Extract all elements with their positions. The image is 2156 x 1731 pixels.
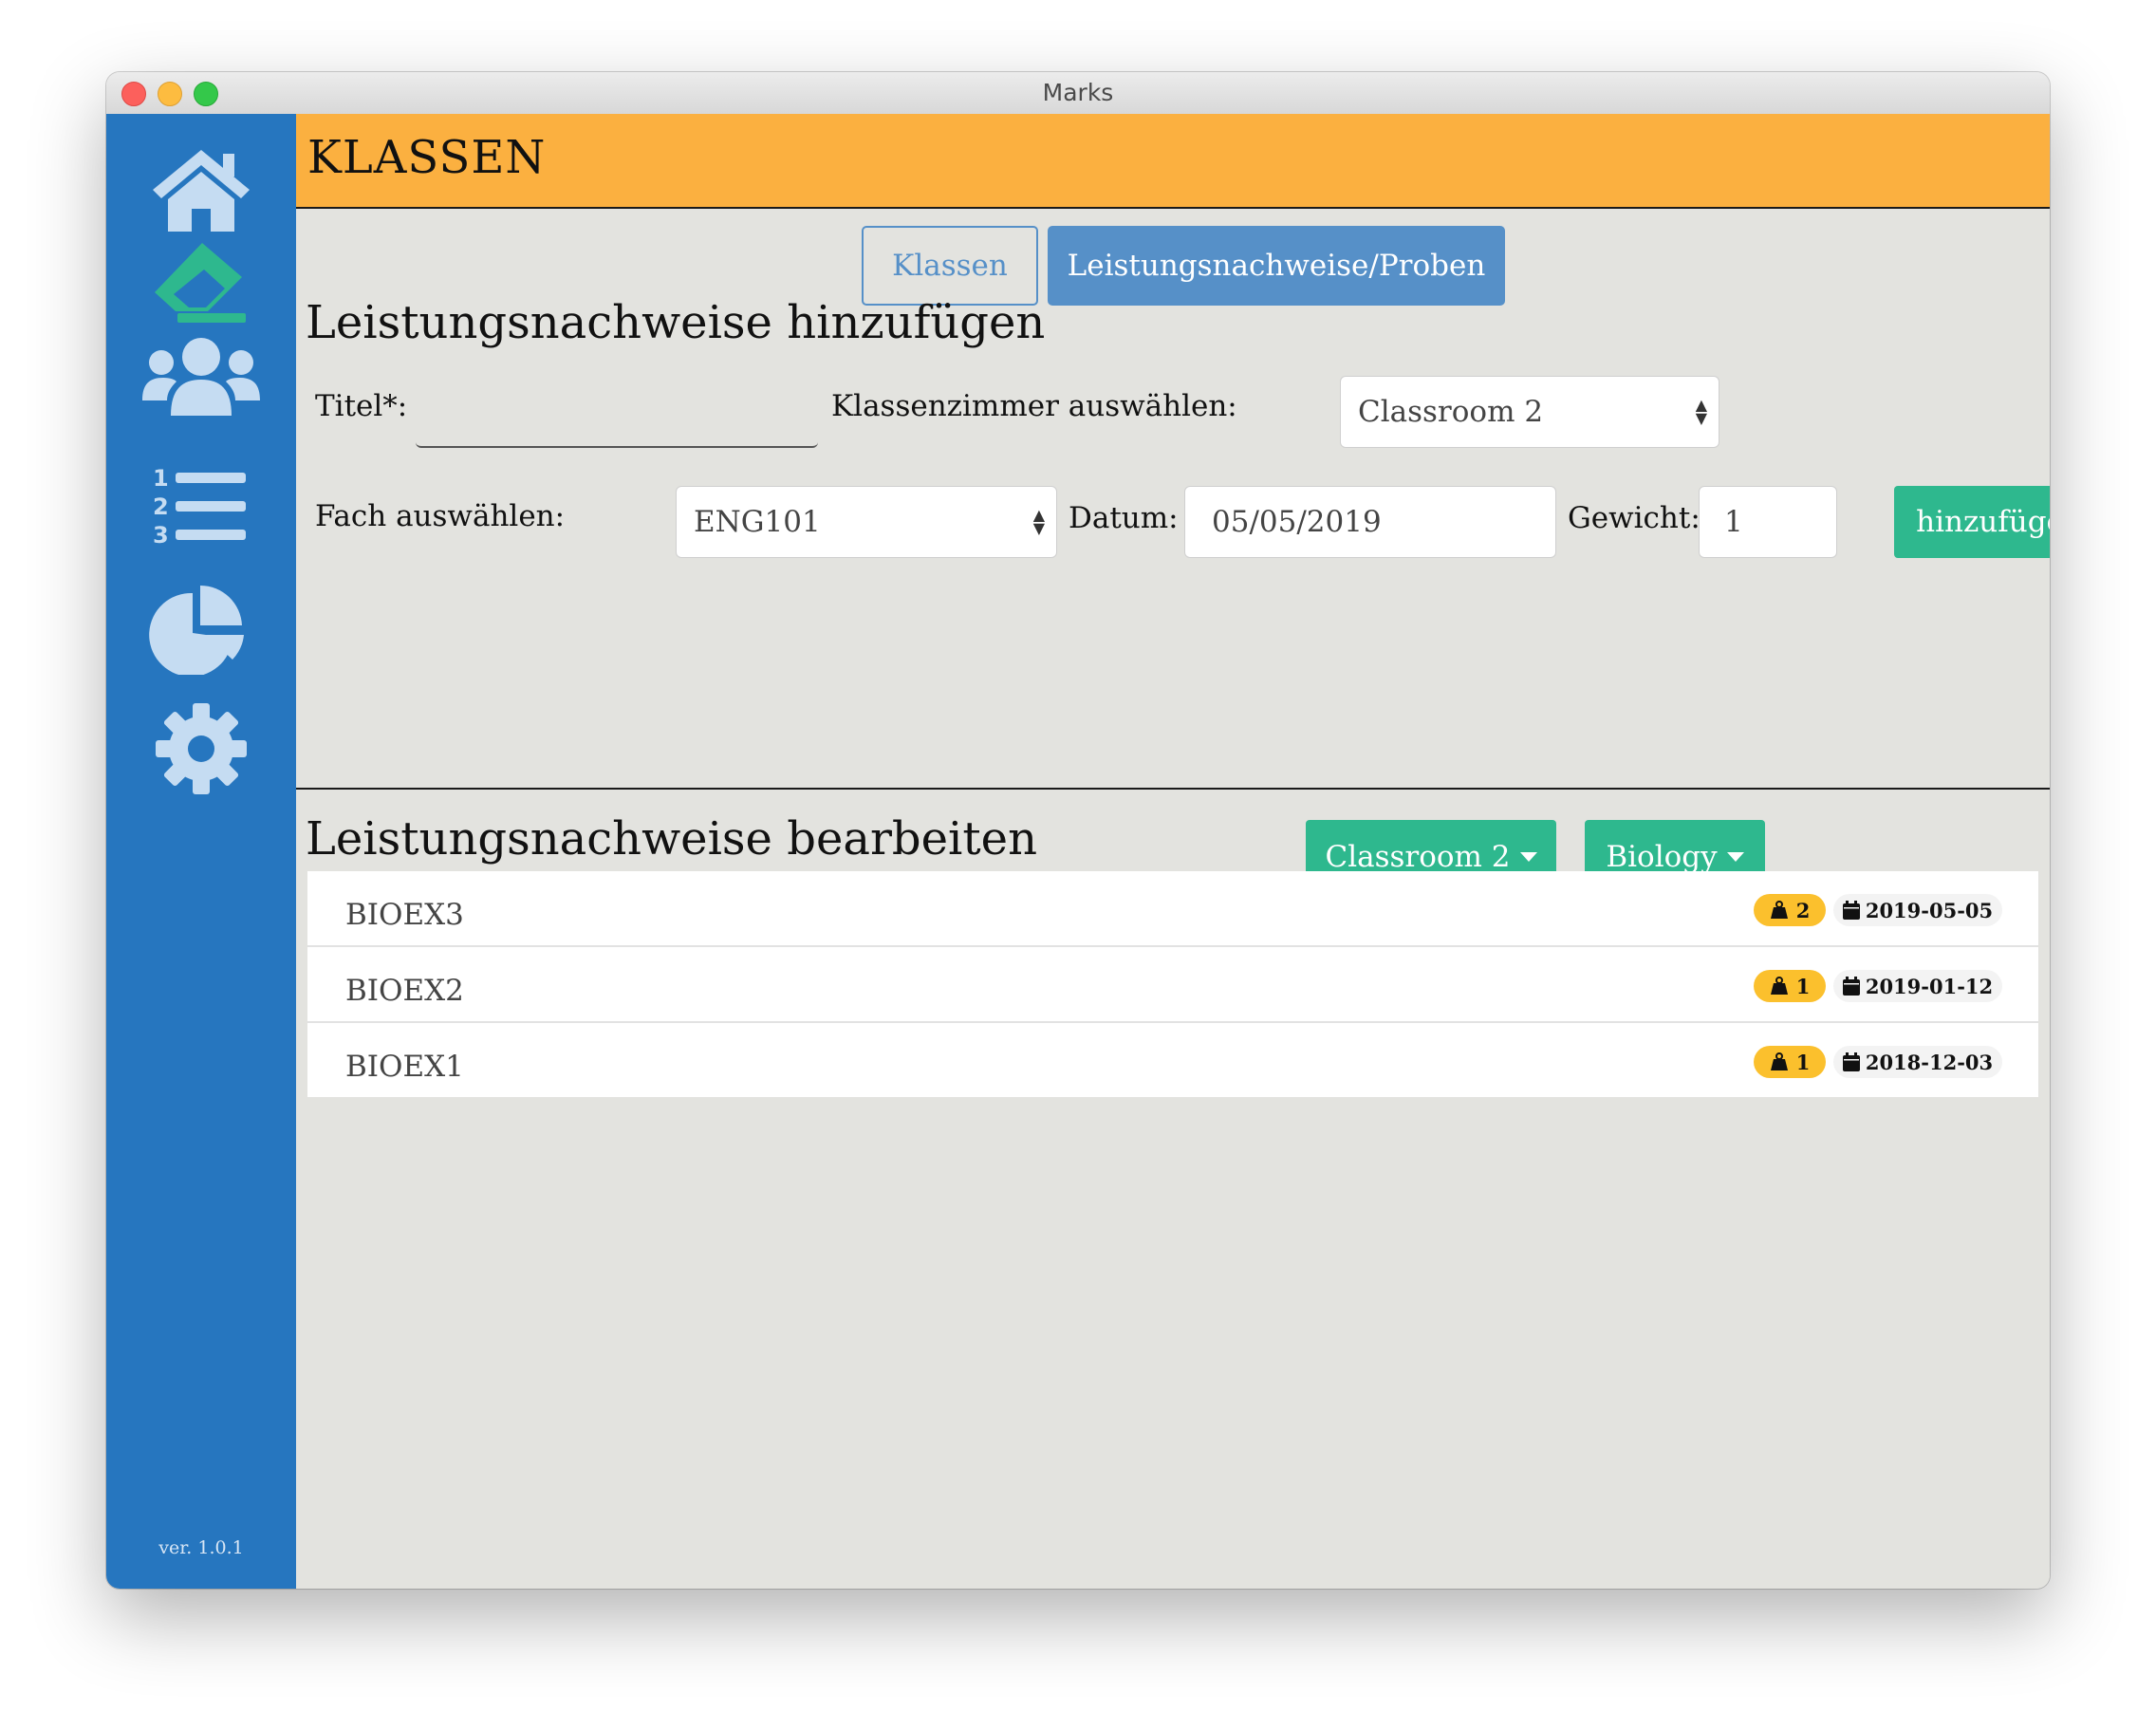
date-value: 2019-01-12 bbox=[1865, 974, 1994, 998]
section-divider bbox=[296, 788, 2050, 790]
svg-text:2: 2 bbox=[153, 493, 169, 520]
caret-down-icon bbox=[1519, 852, 1537, 862]
version-label: ver. 1.0.1 bbox=[158, 1537, 244, 1558]
subject-select-value: ENG101 bbox=[694, 505, 821, 539]
page-header: KLASSEN bbox=[296, 114, 2050, 209]
caret-down-icon bbox=[1726, 852, 1744, 862]
select-arrows-icon: ▲ ▼ bbox=[1695, 396, 1707, 427]
sidebar: 1 2 3 ver. 1.0.1 bbox=[106, 114, 296, 1589]
weight-badge: 1 bbox=[1754, 970, 1826, 1002]
weight-value: 1 bbox=[1795, 974, 1811, 998]
main-content: KLASSEN Klassen Leistungsnachweise/Probe… bbox=[296, 114, 2050, 1589]
edit-section-title: Leistungsnachweise bearbeiten bbox=[306, 812, 1037, 866]
sidebar-item-grades[interactable]: 1 2 3 bbox=[139, 454, 264, 558]
home-icon bbox=[153, 150, 250, 232]
weight-badge: 2 bbox=[1754, 894, 1826, 926]
add-assessment-button[interactable]: hinzufügen bbox=[1894, 486, 2050, 558]
calendar-icon bbox=[1842, 901, 1860, 920]
weight-input[interactable]: 1 bbox=[1699, 486, 1837, 558]
select-arrows-icon: ▲ ▼ bbox=[1032, 506, 1045, 537]
list-item[interactable]: BIOEX3 2 2019-05-05 bbox=[307, 871, 2038, 947]
svg-text:3: 3 bbox=[153, 522, 169, 549]
list-item[interactable]: BIOEX2 1 2019-01-12 bbox=[307, 947, 2038, 1023]
subject-select[interactable]: ENG101 ▲ ▼ bbox=[676, 486, 1057, 558]
assessment-title: BIOEX3 bbox=[345, 898, 464, 932]
sidebar-item-settings[interactable] bbox=[139, 697, 264, 801]
cog-icon bbox=[156, 703, 247, 794]
sidebar-item-students[interactable] bbox=[139, 325, 264, 429]
date-input-value: 05/05/2019 bbox=[1212, 505, 1382, 539]
tab-leistungsnachweise[interactable]: Leistungsnachweise/Proben bbox=[1048, 226, 1505, 306]
weight-value: 1 bbox=[1795, 1050, 1811, 1074]
date-badge: 2019-01-12 bbox=[1833, 970, 2002, 1002]
assessment-list: BIOEX3 2 2019-05-05 BIOEX2 1 2019-01-12 … bbox=[307, 871, 2038, 1097]
app-window: Marks 1 2 3 ver. 1.0.1 KLASSEN Klassen L… bbox=[106, 72, 2050, 1589]
users-icon bbox=[142, 338, 260, 416]
date-value: 2018-12-03 bbox=[1865, 1050, 1994, 1074]
calendar-icon bbox=[1842, 1052, 1860, 1071]
sidebar-item-assessments[interactable] bbox=[139, 230, 264, 334]
eraser-icon bbox=[155, 243, 246, 323]
tab-klassen[interactable]: Klassen bbox=[862, 226, 1038, 306]
svg-text:1: 1 bbox=[153, 465, 169, 492]
weight-icon bbox=[1770, 901, 1788, 919]
weight-icon bbox=[1770, 1052, 1788, 1070]
subject-filter-label: Biology bbox=[1606, 840, 1718, 874]
title-bar: Marks bbox=[106, 72, 2050, 115]
title-input[interactable] bbox=[416, 380, 818, 448]
weight-icon bbox=[1770, 977, 1788, 995]
weight-badge: 1 bbox=[1754, 1046, 1826, 1078]
date-label: Datum: bbox=[1069, 501, 1179, 535]
classroom-select[interactable]: Classroom 2 ▲ ▼ bbox=[1340, 376, 1719, 448]
page-title: KLASSEN bbox=[307, 131, 547, 184]
date-badge: 2019-05-05 bbox=[1833, 894, 2002, 926]
add-section-title: Leistungsnachweise hinzufügen bbox=[306, 296, 1046, 349]
weight-input-value: 1 bbox=[1724, 505, 1743, 539]
list-item[interactable]: BIOEX1 1 2018-12-03 bbox=[307, 1023, 2038, 1097]
sidebar-item-statistics[interactable] bbox=[139, 575, 264, 679]
classroom-filter-label: Classroom 2 bbox=[1325, 840, 1511, 874]
date-value: 2019-05-05 bbox=[1865, 898, 1994, 922]
date-input[interactable]: 05/05/2019 bbox=[1184, 486, 1556, 558]
window-title: Marks bbox=[1042, 79, 1114, 106]
sidebar-item-home[interactable] bbox=[139, 139, 264, 243]
weight-value: 2 bbox=[1795, 898, 1811, 922]
classroom-label: Klassenzimmer auswählen: bbox=[831, 389, 1237, 423]
subject-label: Fach auswählen: bbox=[315, 499, 566, 533]
weight-label: Gewicht: bbox=[1568, 501, 1701, 535]
chart-pie-icon bbox=[149, 586, 244, 675]
date-badge: 2018-12-03 bbox=[1833, 1046, 2002, 1078]
title-label: Titel*: bbox=[315, 389, 408, 423]
calendar-icon bbox=[1842, 977, 1860, 996]
assessment-title: BIOEX2 bbox=[345, 974, 464, 1008]
classroom-select-value: Classroom 2 bbox=[1358, 395, 1544, 429]
assessment-title: BIOEX1 bbox=[345, 1050, 464, 1084]
list-ol-icon: 1 2 3 bbox=[153, 465, 246, 549]
